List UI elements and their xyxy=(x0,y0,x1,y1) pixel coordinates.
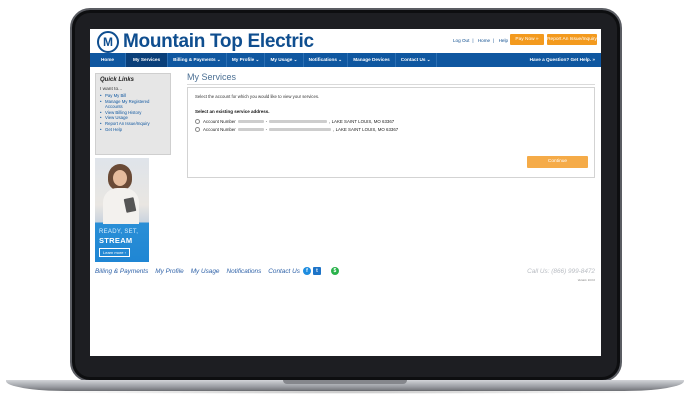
redacted-account-number xyxy=(237,127,264,131)
quick-link-label: Report An Issue/Inquiry xyxy=(105,120,150,126)
laptop-scene: M Mountain Top Electric Log Out | Home | H… xyxy=(0,0,689,394)
account-prefix: Account Number xyxy=(203,126,236,132)
help-link[interactable]: Help xyxy=(499,38,508,43)
home-link[interactable]: Home xyxy=(478,38,490,43)
brand-name[interactable]: Mountain Top Electric xyxy=(123,31,314,53)
account-prefix: Account Number xyxy=(203,118,236,124)
nav-billing-payments[interactable]: Billing & Payments ⌄ xyxy=(168,53,227,67)
bullet-icon: • xyxy=(100,98,102,104)
footer-billing-link[interactable]: Billing & Payments xyxy=(95,268,148,275)
main-nav: Home My Services Billing & Payments ⌄ My… xyxy=(90,53,601,67)
redacted-street-address xyxy=(269,127,332,131)
footer-contact-link[interactable]: Contact Us xyxy=(268,268,300,275)
call-us-text: Call Us: (866) 999-8472 xyxy=(527,268,595,275)
dash: - xyxy=(265,126,268,132)
promo-photo-face xyxy=(113,170,127,186)
footer-links: Billing & Payments My Profile My Usage N… xyxy=(95,267,339,275)
browser-screen: M Mountain Top Electric Log Out | Home | H… xyxy=(90,29,601,356)
laptop-shadow xyxy=(30,390,660,394)
footer-profile-link[interactable]: My Profile xyxy=(155,268,183,275)
nav-manage-devices[interactable]: Manage Devices xyxy=(348,53,396,67)
nav-my-profile[interactable]: My Profile ⌄ xyxy=(227,53,266,67)
brand-logo-icon[interactable]: M xyxy=(97,31,119,53)
divider: | xyxy=(472,38,474,43)
quick-link-manage-accounts[interactable]: • Manage My Registered Accounts xyxy=(100,99,166,110)
account-address: , LAKE SAINT LOUIS, MO 63367 xyxy=(329,118,395,124)
nav-notifications[interactable]: Notifications ⌄ xyxy=(304,53,349,67)
account-radio[interactable] xyxy=(195,118,200,124)
footer-usage-link[interactable]: My Usage xyxy=(191,268,220,275)
continue-button[interactable]: Continue xyxy=(527,156,588,168)
redacted-account-number xyxy=(237,119,264,123)
divider: | xyxy=(493,38,495,43)
redacted-street-address xyxy=(269,119,328,123)
quick-link-label: View Billing History xyxy=(105,109,142,115)
promo-line-2: STREAM xyxy=(99,236,133,245)
account-address: , LAKE SAINT LOUIS, MO 63367 xyxy=(333,126,399,132)
nav-my-services[interactable]: My Services xyxy=(126,53,169,67)
account-option[interactable]: Account Number - , LAKE SAINT LOUIS, MO … xyxy=(195,126,398,132)
nav-home[interactable]: Home xyxy=(90,53,127,67)
quick-links-panel: Quick Links I want to... • Pay My Bill • M… xyxy=(95,73,171,155)
dash: - xyxy=(265,118,268,124)
app-store-icon[interactable]: $ xyxy=(330,267,339,275)
nav-my-usage[interactable]: My Usage ⌄ xyxy=(265,53,304,67)
quick-link-label: Pay My Bill xyxy=(105,93,127,98)
nav-contact-us[interactable]: Contact Us ⌄ xyxy=(396,53,437,67)
account-option[interactable]: Account Number - , LAKE SAINT LOUIS, MO … xyxy=(195,118,394,124)
logo-glyph: M xyxy=(103,35,113,49)
quick-link-label: Manage My Registered Accounts xyxy=(105,98,150,110)
quick-links-title: Quick Links xyxy=(100,77,135,83)
footer-notifications-link[interactable]: Notifications xyxy=(226,268,261,275)
utility-links: Log Out | Home | Help xyxy=(453,38,511,43)
promo-banner[interactable]: READY, SET, STREAM Learn more › xyxy=(95,158,149,262)
instruction-text: Select the account for which you would l… xyxy=(195,94,320,99)
quick-link-label: View Usage xyxy=(105,115,128,121)
promo-line-1: READY, SET, xyxy=(99,229,139,235)
title-divider xyxy=(187,84,595,85)
laptop-notch xyxy=(283,380,407,384)
quick-link-label: Get Help xyxy=(105,126,122,132)
site-header: M Mountain Top Electric Log Out | Home | H… xyxy=(90,29,601,53)
select-address-label: Select an existing service address. xyxy=(195,109,270,114)
twitter-icon[interactable]: t xyxy=(312,267,321,275)
page-title: My Services xyxy=(187,72,237,82)
version-text: Version: 10.0.0 xyxy=(577,279,595,282)
quick-link-get-help[interactable]: • Get Help xyxy=(100,127,166,133)
quick-links-intro: I want to... xyxy=(100,87,123,92)
bullet-icon: • xyxy=(100,126,102,132)
report-issue-button[interactable]: Report An Issue/Inquiry xyxy=(547,34,597,45)
facebook-icon[interactable]: f xyxy=(302,267,311,275)
logout-link[interactable]: Log Out xyxy=(453,38,469,43)
learn-more-button[interactable]: Learn more › xyxy=(99,248,130,257)
get-help-link[interactable]: Have a Question? Get Help. » xyxy=(525,53,601,67)
account-select-panel: Select the account for which you would l… xyxy=(187,87,595,178)
account-radio[interactable] xyxy=(195,126,200,132)
pay-now-button[interactable]: Pay Now » xyxy=(510,34,544,45)
